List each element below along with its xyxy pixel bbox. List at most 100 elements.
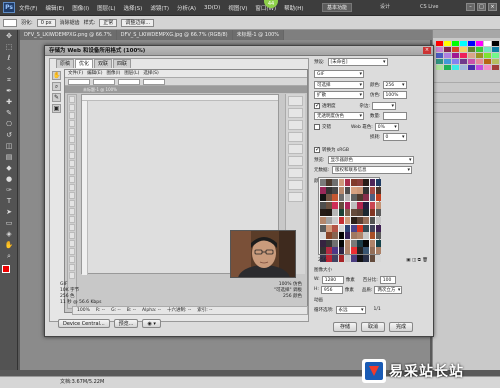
hand-tool-icon[interactable]: ✋ (2, 240, 16, 250)
dither-algorithm-select[interactable]: 扩散 (314, 90, 364, 99)
style-select[interactable]: 正常 (99, 18, 118, 27)
swatch[interactable] (452, 53, 459, 58)
color-swatch[interactable] (357, 247, 363, 255)
amount-input[interactable] (382, 111, 407, 120)
panel-row[interactable] (433, 103, 500, 113)
color-swatch[interactable] (332, 194, 338, 202)
minimize-icon[interactable]: – (466, 3, 475, 11)
color-swatch[interactable] (326, 186, 332, 194)
menu-edit[interactable]: 编辑(E) (45, 4, 64, 12)
color-swatch[interactable] (320, 247, 326, 255)
swatch[interactable] (468, 53, 475, 58)
refine-edge-button[interactable]: 调整边缘... (121, 18, 155, 27)
lasso-tool-icon[interactable]: ℓ (2, 53, 16, 63)
quality-select[interactable]: 两次立方 (374, 285, 403, 294)
color-swatch[interactable] (350, 239, 357, 247)
cancel-button[interactable]: 取消 (360, 322, 385, 332)
swatch[interactable] (484, 53, 491, 58)
color-swatch[interactable] (363, 186, 369, 194)
feather-input[interactable]: 0 px (36, 18, 56, 27)
color-swatch[interactable] (344, 186, 351, 194)
workspace-button[interactable]: 基本功能 (322, 3, 353, 12)
color-swatch[interactable] (350, 247, 357, 255)
color-swatch[interactable] (338, 186, 345, 194)
swatch[interactable] (444, 65, 451, 70)
color-swatch[interactable] (357, 216, 363, 224)
transparency-dither-select[interactable]: 无透明度仿色 (314, 111, 364, 120)
color-swatch[interactable] (369, 247, 376, 255)
color-swatch[interactable] (350, 194, 357, 202)
color-swatch[interactable] (369, 194, 376, 202)
workspace-design[interactable]: 设计 (380, 3, 390, 12)
color-swatch[interactable] (338, 194, 345, 202)
tab-4up[interactable]: 四联 (113, 59, 132, 68)
color-swatch[interactable] (350, 216, 357, 224)
color-swatch[interactable] (344, 179, 351, 186)
panel-row[interactable] (433, 93, 500, 103)
lossy-select[interactable]: 0 (382, 132, 407, 141)
swatch[interactable] (484, 65, 491, 70)
swatch[interactable] (484, 47, 491, 52)
swatch[interactable] (436, 41, 443, 46)
swatch[interactable] (492, 65, 499, 70)
swatch[interactable] (460, 41, 467, 46)
color-swatch[interactable] (369, 239, 376, 247)
color-swatch[interactable] (326, 247, 332, 255)
color-swatch[interactable] (375, 216, 382, 224)
menu-image[interactable]: 图像(I) (72, 4, 89, 12)
color-swatch[interactable] (338, 216, 345, 224)
color-swatch[interactable] (350, 186, 357, 194)
color-swatch[interactable] (350, 232, 357, 240)
color-swatch[interactable] (344, 239, 351, 247)
height-input[interactable]: 956 (320, 285, 343, 294)
tab-optimized[interactable]: 优化 (75, 59, 94, 68)
color-swatch[interactable] (320, 209, 326, 217)
zoom-tool-icon[interactable]: ⌕ (2, 251, 16, 261)
color-swatch[interactable] (332, 186, 338, 194)
swatch[interactable] (436, 65, 443, 70)
swatch[interactable] (460, 59, 467, 64)
3d-tool-icon[interactable]: ◈ (2, 229, 16, 239)
healing-tool-icon[interactable]: ✚ (2, 97, 16, 107)
color-swatch[interactable] (320, 216, 326, 224)
color-swatch[interactable] (338, 232, 345, 240)
dodge-tool-icon[interactable]: ● (2, 174, 16, 184)
color-swatch[interactable] (332, 232, 338, 240)
color-swatch[interactable] (375, 194, 382, 202)
gradient-tool-icon[interactable]: ▤ (2, 152, 16, 162)
color-swatch[interactable] (375, 239, 382, 247)
color-swatch[interactable] (363, 232, 369, 240)
swatch[interactable] (460, 65, 467, 70)
swatch[interactable] (476, 47, 483, 52)
preview-button[interactable]: 预览... (113, 318, 139, 328)
color-swatch[interactable] (350, 179, 357, 186)
color-swatch[interactable] (357, 209, 363, 217)
blur-tool-icon[interactable]: ◆ (2, 163, 16, 173)
metadata-select[interactable]: 版权和联系信息 (332, 165, 413, 174)
color-swatch[interactable] (375, 232, 382, 240)
color-swatch[interactable] (320, 224, 326, 232)
swatch[interactable] (436, 53, 443, 58)
color-swatch[interactable] (320, 179, 326, 186)
tab-2up[interactable]: 双联 (94, 59, 113, 68)
color-swatch[interactable] (326, 209, 332, 217)
reduction-select[interactable]: 可选择 (314, 80, 364, 89)
shape-tool-icon[interactable]: ▭ (2, 218, 16, 228)
menu-layer[interactable]: 图层(L) (97, 4, 115, 12)
type-tool-icon[interactable]: T (2, 196, 16, 206)
color-swatch[interactable] (369, 224, 376, 232)
width-input[interactable]: 1280 (321, 275, 344, 284)
color-swatch[interactable] (357, 194, 363, 202)
zoom-icon[interactable]: ⌕ (52, 82, 61, 91)
swatch[interactable] (444, 41, 451, 46)
color-swatch[interactable] (375, 179, 382, 186)
preset-select[interactable]: [未命名] (327, 57, 388, 66)
color-swatch[interactable] (375, 209, 382, 217)
color-swatch[interactable] (369, 179, 376, 186)
convert-srgb-checkbox[interactable] (314, 146, 320, 153)
history-brush-icon[interactable]: ↺ (2, 130, 16, 140)
color-swatch[interactable] (363, 216, 369, 224)
menu-filter[interactable]: 滤镜(T) (150, 4, 169, 12)
menu-analysis[interactable]: 分析(A) (177, 4, 196, 12)
zoom-select[interactable]: 100% (77, 307, 90, 314)
